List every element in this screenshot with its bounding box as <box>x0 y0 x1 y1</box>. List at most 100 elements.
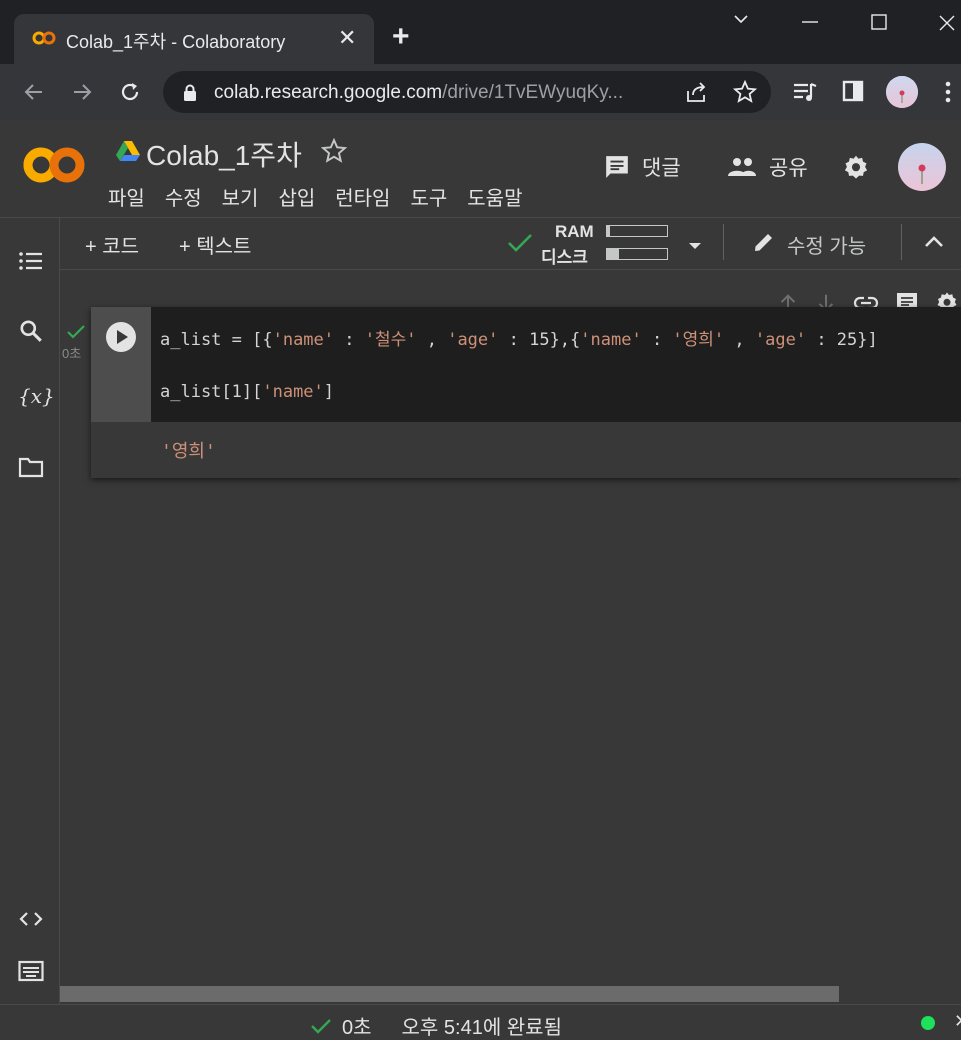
connected-check-icon <box>507 232 533 259</box>
notebook-title[interactable]: Colab_1주차 <box>146 134 302 174</box>
cell-gutter <box>91 307 151 422</box>
menu-insert[interactable]: 삽입 <box>278 182 315 211</box>
comment-label: 댓글 <box>642 157 681 180</box>
code-string: 'name' <box>272 330 335 350</box>
menu-view[interactable]: 보기 <box>222 182 259 211</box>
code-string: 'age' <box>754 330 807 350</box>
tab-close-icon[interactable]: ✕ <box>338 26 356 50</box>
browser-tab[interactable]: Colab_1주차 - Colaboratory ✕ <box>14 14 374 64</box>
back-icon[interactable] <box>22 80 46 109</box>
toolbar-divider <box>723 224 724 260</box>
code-line-2: a_list[1]['name'] <box>160 382 334 402</box>
chevron-down-icon[interactable] <box>732 10 750 34</box>
code-cell[interactable]: a_list = [{'name' : '철수' , 'age' : 15},{… <box>91 307 961 478</box>
status-close-icon[interactable]: ✕ <box>954 1011 961 1032</box>
code-token: a_list = [{ <box>160 330 273 350</box>
edit-mode-label[interactable]: 수정 가능 <box>787 230 866 259</box>
profile-avatar[interactable] <box>885 75 919 114</box>
colab-window: Colab_1주차 - Colaboratory ✕ + colab.resea… <box>0 0 961 1040</box>
code-string: 'name' <box>580 330 642 350</box>
code-string: '철수' <box>364 330 417 350</box>
lock-icon[interactable] <box>183 84 197 107</box>
reload-icon[interactable] <box>118 80 142 109</box>
add-text-button[interactable]: + 텍스트 <box>179 230 251 259</box>
share-label: 공유 <box>769 157 808 180</box>
code-string: 'name' <box>262 382 324 402</box>
disk-label: 디스크 <box>541 248 588 267</box>
code-token: ] <box>323 382 335 402</box>
connection-status-dot[interactable] <box>920 1015 936 1036</box>
search-icon[interactable] <box>18 318 44 349</box>
colab-logo[interactable] <box>22 146 86 189</box>
terminal-keyboard-icon[interactable] <box>18 960 44 987</box>
code-token: : <box>641 330 673 350</box>
people-icon <box>728 158 756 176</box>
window-close-icon[interactable] <box>936 10 958 38</box>
menu-file[interactable]: 파일 <box>108 182 145 211</box>
ram-meter[interactable] <box>606 225 668 237</box>
browser-tabstrip: Colab_1주차 - Colaboratory ✕ + <box>0 0 961 64</box>
browser-toolbar: colab.research.google.com/drive/1TvEWyuq… <box>0 64 961 120</box>
runtime-dropdown-icon[interactable] <box>688 238 702 256</box>
code-snippets-icon[interactable] <box>18 910 44 933</box>
kebab-menu-icon[interactable] <box>944 80 952 109</box>
table-of-contents-icon[interactable] <box>18 250 44 277</box>
exec-time: 0초 <box>62 346 82 361</box>
status-check-icon <box>311 1018 331 1034</box>
horizontal-scrollbar[interactable] <box>60 986 839 1002</box>
files-folder-icon[interactable] <box>18 456 44 483</box>
code-token: : 25}] <box>806 330 878 350</box>
comment-icon <box>606 156 628 178</box>
media-control-icon[interactable] <box>792 80 818 109</box>
menu-runtime[interactable]: 런타임 <box>335 182 390 211</box>
new-tab-button[interactable]: + <box>392 22 410 52</box>
collapse-chevron-up-icon[interactable] <box>924 234 944 253</box>
variables-icon[interactable]: {x} <box>18 384 55 408</box>
code-line-1: a_list = [{'name' : '철수' , 'age' : 15},{… <box>160 325 878 350</box>
menu-bar: 파일 수정 보기 삽입 런타임 도구 도움말 <box>108 182 522 211</box>
user-avatar[interactable] <box>897 142 947 197</box>
ram-label: RAM <box>555 222 594 241</box>
share-page-icon[interactable] <box>685 81 709 108</box>
menu-edit[interactable]: 수정 <box>165 182 202 211</box>
code-editor[interactable]: a_list = [{'name' : '철수' , 'age' : 15},{… <box>151 307 961 422</box>
settings-gear-icon[interactable] <box>842 154 870 187</box>
cell-output: '영희' <box>161 441 216 462</box>
side-panel-icon[interactable] <box>842 80 864 107</box>
code-string: '영희' <box>672 330 725 350</box>
minimize-icon[interactable] <box>800 10 820 36</box>
menu-tools[interactable]: 도구 <box>410 182 447 211</box>
colab-favicon-icon <box>32 28 56 53</box>
code-token: : 15},{ <box>498 330 581 350</box>
add-code-button[interactable]: + 코드 <box>85 230 139 259</box>
code-token: , <box>416 330 448 350</box>
notebook-toolbar: + 코드 + 텍스트 RAM 디스크 수정 가능 <box>60 218 961 270</box>
google-drive-icon[interactable] <box>115 140 141 167</box>
url-host: colab.research.google.com <box>214 82 443 103</box>
run-cell-button[interactable] <box>105 321 137 358</box>
left-sidebar: {x} <box>0 218 60 1004</box>
code-string: 'age' <box>447 330 499 350</box>
maximize-icon[interactable] <box>869 10 889 36</box>
star-icon[interactable] <box>320 137 348 169</box>
menu-help[interactable]: 도움말 <box>467 182 522 211</box>
url-path: /drive/1TvEWyuqKy... <box>442 82 624 103</box>
exec-success-check-icon <box>67 325 85 344</box>
code-token: , <box>724 330 755 350</box>
url-text: colab.research.google.com/drive/1TvEWyuq… <box>214 82 623 104</box>
status-bar: 0초 오후 5:41에 완료됨 ✕ <box>0 1004 961 1040</box>
forward-icon[interactable] <box>70 80 94 109</box>
status-time: 0초 <box>342 1017 372 1039</box>
code-token: : <box>334 330 365 350</box>
share-button[interactable]: 공유 <box>727 152 808 182</box>
bookmark-star-icon[interactable] <box>732 79 758 109</box>
colab-header: Colab_1주차 파일 수정 보기 삽입 런타임 도구 도움말 댓글 공유 <box>0 120 961 218</box>
code-token: a_list[1][ <box>160 382 263 402</box>
omnibox[interactable]: colab.research.google.com/drive/1TvEWyuq… <box>163 71 771 113</box>
tab-title: Colab_1주차 - Colaboratory <box>66 32 286 52</box>
comment-button[interactable]: 댓글 <box>604 152 681 182</box>
play-icon <box>106 322 136 352</box>
pencil-icon <box>752 230 776 259</box>
status-completed: 오후 5:41에 완료됨 <box>401 1017 562 1039</box>
disk-meter[interactable] <box>606 248 668 260</box>
